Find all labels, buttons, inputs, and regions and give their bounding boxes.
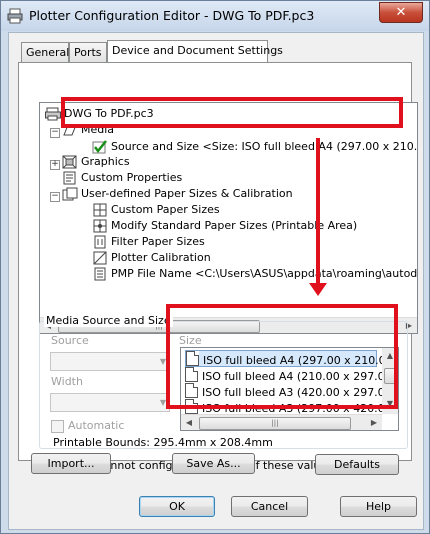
printer-app-icon bbox=[7, 8, 23, 24]
modify-paper-icon bbox=[93, 219, 107, 233]
tree-item-filter-paper-sizes[interactable]: Filter Paper Sizes bbox=[92, 235, 205, 249]
paper-size-list[interactable]: ISO full bleed A4 (297.00 x 210.00 ... I… bbox=[180, 347, 399, 431]
printable-bounds-text: Printable Bounds: 295.4mm x 208.4mm bbox=[53, 436, 273, 449]
tree-label-user-defined-sizes: User-defined Paper Sizes & Calibration bbox=[81, 187, 293, 200]
tree-item-user-defined-sizes[interactable]: User-defined Paper Sizes & Calibration bbox=[62, 187, 293, 201]
list-item[interactable]: ISO full bleed A3 (420.00 x 297.00 ... bbox=[185, 383, 398, 399]
tree-label-custom-properties: Custom Properties bbox=[81, 171, 183, 184]
tree-item-source-and-size[interactable]: Source and Size <Size: ISO full bleed A4… bbox=[92, 140, 418, 154]
paper-icon bbox=[185, 367, 198, 382]
cancel-button[interactable]: Cancel bbox=[231, 496, 308, 517]
paper-icon bbox=[186, 351, 199, 366]
tree-label-source-and-size: Source and Size <Size: ISO full bleed A4… bbox=[111, 140, 418, 153]
expander-media[interactable]: − bbox=[50, 128, 60, 138]
scrollbar-thumb[interactable] bbox=[384, 368, 396, 384]
plotter-file-icon bbox=[45, 107, 61, 121]
graphics-icon bbox=[62, 155, 77, 169]
expander-graphics[interactable]: + bbox=[50, 160, 60, 170]
size-label: Size bbox=[177, 334, 204, 347]
tree-label-custom-paper-sizes: Custom Paper Sizes bbox=[111, 203, 220, 216]
save-as-button[interactable]: Save As... bbox=[172, 453, 255, 474]
source-dropdown[interactable]: ▼ bbox=[50, 352, 170, 371]
annotation-arrow-line bbox=[316, 138, 320, 286]
expander-user-defined[interactable]: − bbox=[50, 192, 60, 202]
tree-label-graphics: Graphics bbox=[81, 155, 130, 168]
width-dropdown[interactable]: ▼ bbox=[50, 393, 170, 412]
tree-label-modify-standard-sizes: Modify Standard Paper Sizes (Printable A… bbox=[111, 219, 358, 232]
list-item[interactable]: ISO full bleed A3 (297.00 x 420.00 ... bbox=[185, 399, 398, 415]
tree-label-root: DWG To PDF.pc3 bbox=[64, 107, 154, 120]
size-list-vertical-scrollbar[interactable]: ▲ ▼ bbox=[382, 348, 398, 414]
chevron-down-icon: ▼ bbox=[159, 398, 166, 407]
tree-item-pmp-file-name[interactable]: PMP File Name <C:\Users\ASUS\appdata\roa… bbox=[92, 267, 418, 281]
automatic-checkbox[interactable] bbox=[51, 420, 64, 433]
title-bar[interactable]: Plotter Configuration Editor - DWG To PD… bbox=[1, 1, 429, 31]
scrollbar-thumb[interactable]: ||| bbox=[199, 417, 351, 430]
tree-label-media: Media bbox=[81, 123, 115, 136]
defaults-button[interactable]: Defaults bbox=[315, 454, 399, 475]
pmp-file-icon bbox=[94, 267, 106, 281]
close-icon: ✕ bbox=[395, 5, 407, 20]
tree-item-plotter-calibration[interactable]: Plotter Calibration bbox=[92, 251, 211, 265]
checkmark-icon bbox=[92, 140, 107, 154]
size-list-horizontal-scrollbar[interactable]: ◀ ||| ▶ bbox=[181, 414, 382, 430]
list-item[interactable]: ISO full bleed A4 (210.00 x 297.00 ... bbox=[185, 367, 398, 383]
source-label: Source bbox=[49, 334, 91, 347]
list-item[interactable]: ISO full bleed A4 (297.00 x 210.00 ... bbox=[185, 350, 398, 367]
window-title: Plotter Configuration Editor - DWG To PD… bbox=[29, 8, 315, 23]
tree-item-custom-properties[interactable]: Custom Properties bbox=[62, 171, 182, 185]
scroll-down-arrow-icon[interactable]: ▼ bbox=[382, 396, 398, 412]
settings-tree[interactable]: DWG To PDF.pc3 − Media Source and Size <… bbox=[39, 102, 418, 334]
close-button[interactable]: ✕ bbox=[379, 2, 423, 23]
tree-label-filter-paper-sizes: Filter Paper Sizes bbox=[111, 235, 205, 248]
paper-size-icon bbox=[93, 203, 107, 217]
dialog-client-area: General Ports Device and Document Settin… bbox=[8, 32, 424, 530]
folder-pages-icon bbox=[62, 187, 78, 201]
chevron-down-icon: ▼ bbox=[159, 357, 166, 366]
scroll-left-arrow-icon[interactable]: ◀ bbox=[181, 415, 197, 430]
tree-item-root[interactable]: DWG To PDF.pc3 bbox=[45, 107, 154, 121]
paper-icon bbox=[185, 399, 198, 414]
scroll-up-arrow-icon[interactable]: ▲ bbox=[382, 348, 398, 364]
tree-label-plotter-calibration: Plotter Calibration bbox=[111, 251, 211, 264]
ok-button[interactable]: OK bbox=[139, 496, 215, 517]
tree-label-pmp-file-name: PMP File Name <C:\Users\ASUS\appdata\roa… bbox=[111, 267, 418, 280]
import-button[interactable]: Import... bbox=[31, 453, 111, 474]
tree-item-custom-paper-sizes[interactable]: Custom Paper Sizes bbox=[92, 203, 220, 217]
paper-icon bbox=[185, 383, 198, 398]
tab-ports[interactable]: Ports bbox=[69, 42, 107, 62]
media-icon bbox=[63, 124, 77, 136]
tree-item-graphics[interactable]: Graphics bbox=[62, 155, 130, 169]
tab-device-and-document-settings[interactable]: Device and Document Settings bbox=[107, 40, 283, 62]
tree-item-media[interactable]: Media bbox=[62, 123, 114, 137]
plotter-configuration-window: Plotter Configuration Editor - DWG To PD… bbox=[0, 0, 430, 534]
automatic-label: Automatic bbox=[68, 419, 125, 432]
filter-paper-icon bbox=[94, 235, 106, 249]
annotation-arrow-head bbox=[309, 283, 327, 296]
help-button[interactable]: Help bbox=[340, 496, 417, 517]
custom-properties-icon bbox=[63, 171, 76, 185]
scroll-right-arrow-icon[interactable]: ▶ bbox=[366, 415, 382, 430]
tab-general[interactable]: General bbox=[21, 42, 69, 62]
calibration-icon bbox=[93, 251, 107, 265]
width-label: Width bbox=[49, 375, 85, 388]
group-title: Media Source and Size bbox=[44, 314, 173, 327]
